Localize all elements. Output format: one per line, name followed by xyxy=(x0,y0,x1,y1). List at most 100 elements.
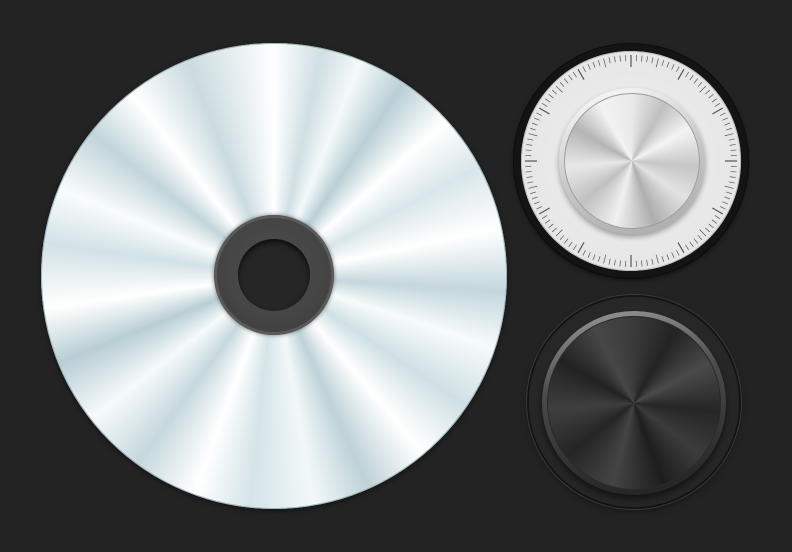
dial-tick xyxy=(538,207,550,215)
dial-tick xyxy=(728,181,735,184)
dial-tick xyxy=(597,60,601,66)
silver-knob-icon[interactable] xyxy=(564,93,700,229)
dial-tick xyxy=(697,81,703,87)
dial-tick xyxy=(714,215,721,220)
dial-tick xyxy=(719,206,726,210)
dial-tick xyxy=(582,249,586,256)
dial-tick xyxy=(568,75,573,81)
dial-tick xyxy=(614,56,616,63)
dial-tick xyxy=(534,201,540,205)
dial-tick xyxy=(541,215,548,220)
dial-tick xyxy=(693,78,698,84)
dial-tick xyxy=(724,122,731,126)
dial-tick xyxy=(646,259,648,266)
dial-tick xyxy=(646,56,648,63)
dial-tick xyxy=(728,138,735,141)
cd-center-hole xyxy=(238,239,310,311)
dial-tick xyxy=(699,229,707,237)
dial-tick xyxy=(655,254,659,264)
dial-tick xyxy=(577,68,585,80)
dial-tick xyxy=(619,260,621,267)
dial-tick xyxy=(551,227,557,233)
dial-tick xyxy=(568,241,573,247)
dial-tick xyxy=(548,94,554,99)
dial-tick xyxy=(714,102,721,107)
dial-tick xyxy=(538,107,550,115)
dial-tick xyxy=(676,66,680,73)
dial-tick xyxy=(712,107,724,115)
dial-tick xyxy=(671,64,675,70)
dial-tick xyxy=(722,117,728,121)
dial-tick xyxy=(726,127,732,131)
dial-tick xyxy=(708,223,714,228)
dial-tick xyxy=(536,206,543,210)
dial-tick xyxy=(730,149,737,151)
dial-tick xyxy=(572,71,577,78)
dial-tick xyxy=(525,149,532,151)
dial-tick xyxy=(525,171,532,173)
dial-tick xyxy=(619,55,621,62)
dial-tick xyxy=(577,242,585,254)
dial-tick xyxy=(712,207,724,215)
dial-tick xyxy=(651,258,654,265)
dial-tick xyxy=(592,61,596,68)
dial-tick xyxy=(671,252,675,258)
dial-tick xyxy=(719,112,726,116)
dial-tick xyxy=(689,241,694,247)
dial-tick xyxy=(666,254,670,261)
dial-tick xyxy=(587,252,591,258)
dial-tick xyxy=(705,89,711,95)
dial-tick xyxy=(685,244,690,251)
dial-tick xyxy=(677,68,685,80)
dial-tick xyxy=(724,133,734,137)
dial-tick xyxy=(666,61,670,68)
dial-tick xyxy=(527,181,534,184)
dial-tick xyxy=(655,58,659,68)
dial-tick xyxy=(676,249,680,256)
dial-tick xyxy=(536,112,543,116)
dial-tick xyxy=(559,235,565,241)
dial-tick xyxy=(545,219,551,224)
dial-tick xyxy=(572,244,577,251)
dial-tick xyxy=(534,117,540,121)
dark-knob-icon[interactable] xyxy=(547,316,721,490)
dial-tick xyxy=(527,138,534,141)
dial-tick xyxy=(651,57,654,64)
dial-tick xyxy=(697,235,703,241)
dial-tick xyxy=(603,254,607,264)
dial-tick xyxy=(564,78,569,84)
dial-tick xyxy=(729,176,736,178)
dial-tick xyxy=(530,127,536,131)
dial-tick xyxy=(689,75,694,81)
dial-tick xyxy=(711,219,717,224)
dial-tick xyxy=(708,94,714,99)
dial-tick xyxy=(555,229,563,237)
dial-tick xyxy=(608,258,611,265)
dial-tick xyxy=(729,144,736,146)
dial-tick xyxy=(526,176,533,178)
dial-tick xyxy=(730,171,737,173)
dial-tick xyxy=(641,260,643,267)
dial-tick xyxy=(641,55,643,62)
dial-tick xyxy=(699,85,707,93)
dial-tick xyxy=(677,242,685,254)
dial-tick xyxy=(531,196,538,200)
dial-tick xyxy=(528,133,538,137)
dial-tick xyxy=(592,254,596,261)
dial-tick xyxy=(726,191,732,195)
dial-tick xyxy=(661,60,665,66)
dial-tick xyxy=(724,196,731,200)
dial-tick xyxy=(587,64,591,70)
dial-tick xyxy=(541,102,548,107)
dial-tick xyxy=(711,98,717,103)
dial-tick xyxy=(548,223,554,228)
dial-tick xyxy=(530,191,536,195)
dial-tick xyxy=(551,89,557,95)
dial-tick xyxy=(582,66,586,73)
dial-tick xyxy=(722,201,728,205)
dial-tick xyxy=(564,238,569,244)
dial-tick xyxy=(661,256,665,262)
dial-tick xyxy=(603,58,607,68)
dial-tick xyxy=(559,81,565,87)
dial-tick xyxy=(531,122,538,126)
